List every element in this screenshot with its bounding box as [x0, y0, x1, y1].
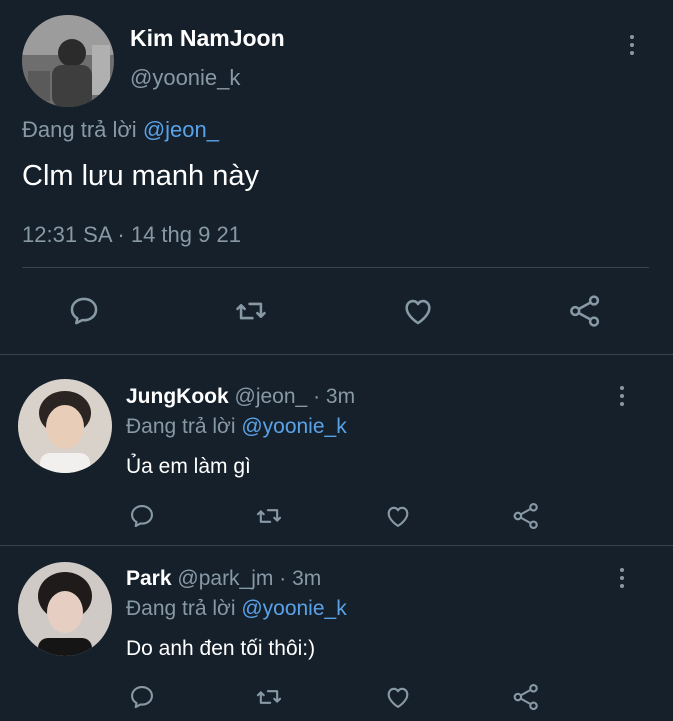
more-vertical-icon — [630, 35, 634, 39]
avatar[interactable] — [18, 379, 112, 473]
reply-button[interactable] — [64, 291, 104, 331]
replying-to: Đang trả lời @jeon_ — [22, 117, 219, 143]
more-vertical-icon — [620, 568, 624, 572]
reply-tweet[interactable]: Park @park_jm · 3m Đang trả lời @yoonie_… — [0, 546, 673, 721]
retweet-button[interactable] — [249, 677, 289, 717]
divider — [22, 267, 649, 268]
share-button[interactable] — [506, 677, 546, 717]
heart-icon — [405, 299, 431, 325]
reply-header: JungKook @jeon_ · 3m — [126, 385, 355, 409]
reply-author-name[interactable]: Park — [126, 567, 172, 590]
replying-to-handle[interactable]: @yoonie_k — [241, 597, 346, 620]
reply-time[interactable]: · 3m — [313, 385, 355, 408]
reply-icon — [70, 297, 98, 325]
retweet-icon — [256, 690, 282, 704]
replying-to: Đang trả lời @yoonie_k — [126, 415, 347, 439]
retweet-button[interactable] — [249, 496, 289, 536]
tweet-timestamp[interactable]: 12:31 SA · 14 thg 9 21 — [22, 222, 241, 248]
like-button[interactable] — [378, 496, 418, 536]
share-button[interactable] — [506, 496, 546, 536]
reply-header: Park @park_jm · 3m — [126, 567, 321, 591]
more-options-button[interactable] — [612, 563, 632, 593]
heart-icon — [387, 687, 409, 708]
reply-author-name[interactable]: JungKook — [126, 385, 229, 408]
replying-to-label: Đang trả lời — [22, 117, 137, 142]
main-tweet: Kim NamJoon @yoonie_k Đang trả lời @jeon… — [0, 0, 673, 355]
avatar[interactable] — [18, 562, 112, 656]
avatar-photo-icon — [18, 562, 112, 656]
avatar-photo-icon — [22, 15, 114, 107]
replying-to-label: Đang trả lời — [126, 415, 236, 438]
more-vertical-icon — [620, 386, 624, 390]
author-handle[interactable]: @yoonie_k — [130, 65, 240, 91]
author-name[interactable]: Kim NamJoon — [130, 25, 285, 52]
reply-button[interactable] — [122, 496, 162, 536]
tweet-text: Clm lưu manh này — [22, 160, 259, 192]
replying-to: Đang trả lời @yoonie_k — [126, 597, 347, 621]
heart-icon — [387, 506, 409, 527]
reply-tweet[interactable]: JungKook @jeon_ · 3m Đang trả lời @yooni… — [0, 355, 673, 545]
share-icon — [513, 502, 538, 530]
reply-icon — [131, 505, 153, 528]
retweet-icon — [256, 509, 282, 523]
like-button[interactable] — [398, 291, 438, 331]
share-button[interactable] — [565, 291, 605, 331]
share-icon — [570, 295, 600, 327]
more-options-button[interactable] — [612, 381, 632, 411]
retweet-button[interactable] — [231, 291, 271, 331]
more-options-button[interactable] — [622, 30, 642, 60]
replying-to-label: Đang trả lời — [126, 597, 236, 620]
replying-to-handle[interactable]: @yoonie_k — [241, 415, 346, 438]
avatar-photo-icon — [18, 379, 112, 473]
reply-time[interactable]: · 3m — [279, 567, 321, 590]
replying-to-handle[interactable]: @jeon_ — [143, 117, 219, 142]
reply-button[interactable] — [122, 677, 162, 717]
tweet-text: Ủa em làm gì — [126, 455, 251, 478]
reply-author-handle[interactable]: @jeon_ — [235, 385, 308, 408]
reply-icon — [131, 686, 153, 709]
tweet-text: Do anh đen tối thôi:) — [126, 637, 316, 660]
retweet-icon — [236, 302, 266, 320]
share-icon — [513, 683, 538, 711]
avatar[interactable] — [22, 15, 114, 107]
like-button[interactable] — [378, 677, 418, 717]
reply-author-handle[interactable]: @park_jm — [177, 567, 273, 590]
